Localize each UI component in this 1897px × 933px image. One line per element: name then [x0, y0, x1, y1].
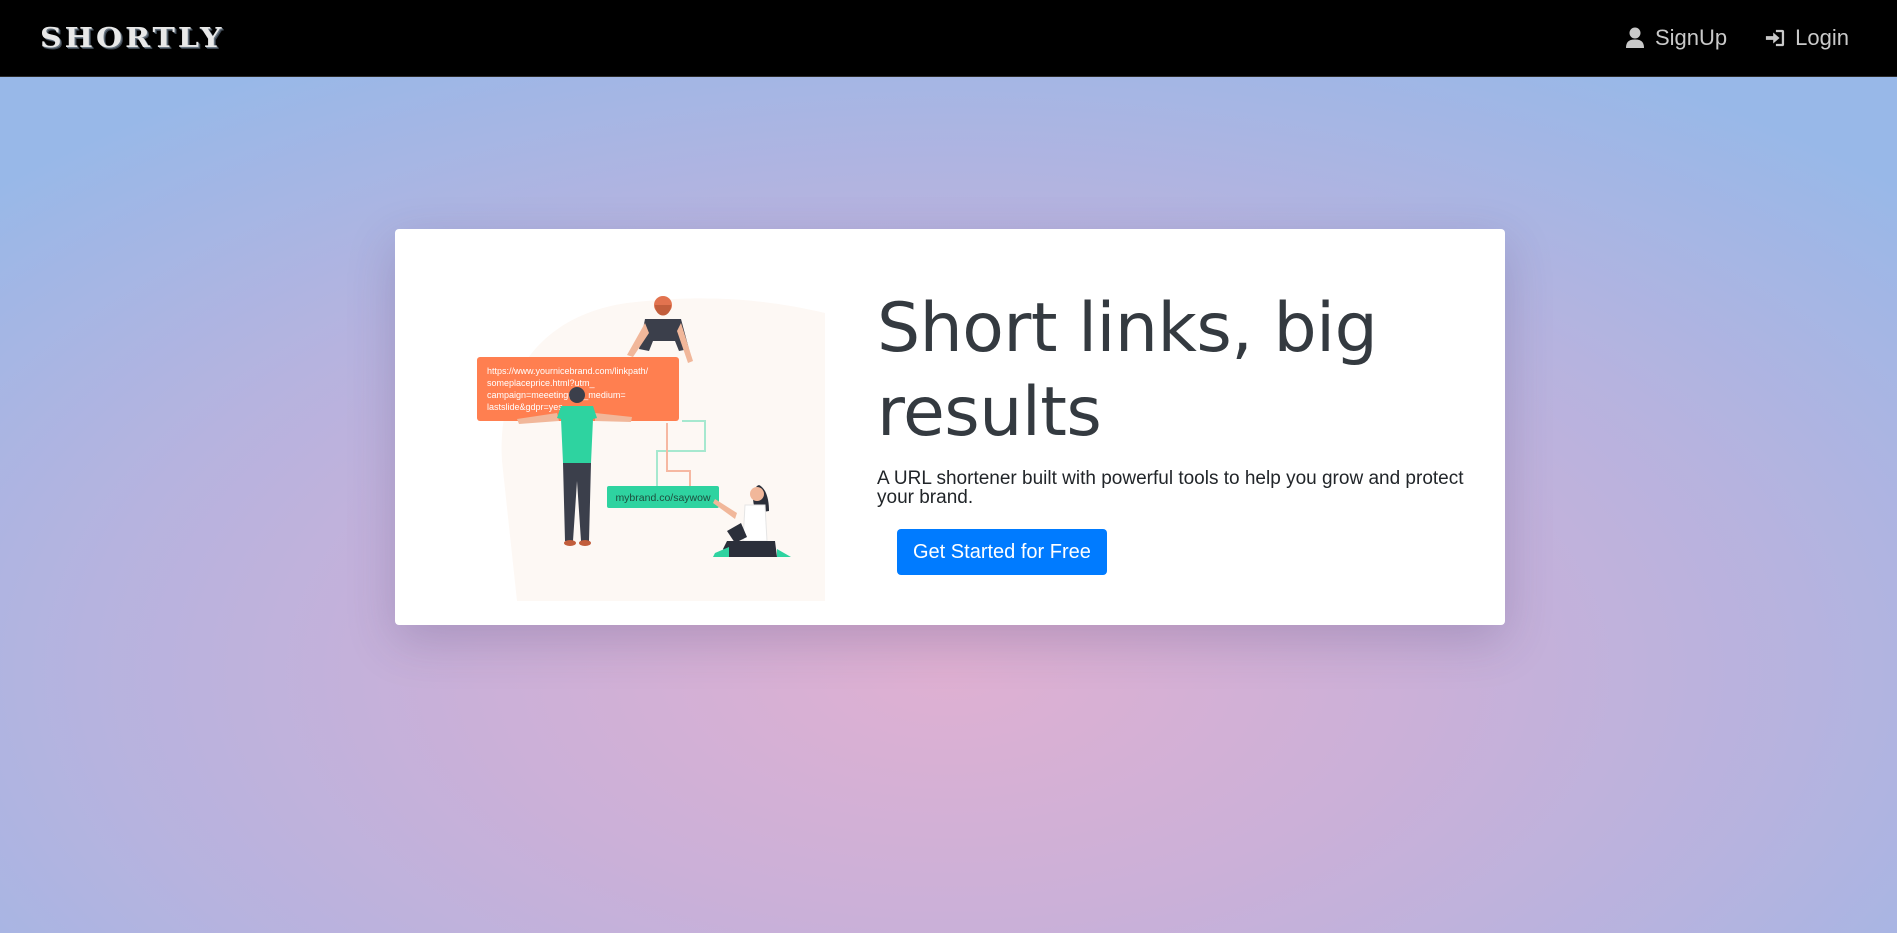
- login-label: Login: [1795, 25, 1849, 50]
- signup-label: SignUp: [1655, 25, 1728, 50]
- login-link[interactable]: Login: [1765, 25, 1849, 51]
- url-shortening-illustration: https://www.yournicebrand.com/linkpath/ …: [477, 296, 825, 601]
- brand-logo[interactable]: SHORTLY: [40, 22, 224, 54]
- person-legs: [723, 541, 777, 557]
- person-torso: [742, 504, 768, 542]
- nav-links: SignUp Login: [1625, 25, 1849, 51]
- hero-headline: Short links, big results: [877, 289, 1378, 452]
- hero-text: Short links, big results A URL shortener…: [877, 287, 1477, 575]
- person-head: [569, 387, 585, 403]
- person-head: [750, 487, 764, 501]
- hero-subtext: A URL shortener built with powerful tool…: [877, 468, 1464, 508]
- user-icon: [1626, 27, 1644, 48]
- person-torso: [557, 406, 597, 463]
- get-started-button[interactable]: Get Started for Free: [897, 529, 1107, 575]
- long-url-line: campaign=meeetingutm_medium=: [487, 390, 626, 400]
- long-url-line: someplaceprice.html?utm_: [487, 378, 596, 388]
- sign-in-icon: [1766, 29, 1785, 47]
- signup-link[interactable]: SignUp: [1625, 25, 1727, 51]
- long-url-line: https://www.yournicebrand.com/linkpath/: [487, 366, 649, 376]
- hero-card: https://www.yournicebrand.com/linkpath/ …: [395, 229, 1505, 625]
- short-url-text: mybrand.co/saywow: [615, 492, 711, 504]
- long-url-line: lastslide&gdpr=yes: [487, 402, 563, 412]
- top-navbar: SHORTLY SignUp Login: [0, 0, 1897, 77]
